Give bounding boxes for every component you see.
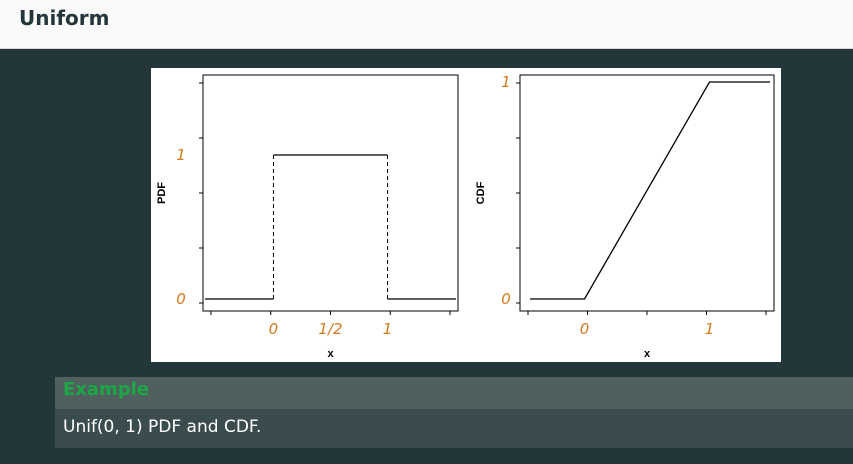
example-block-body: Unif(0, 1) PDF and CDF.: [55, 409, 853, 448]
y-tick-annotation: 1: [176, 146, 186, 164]
x-tick-annotation: 1/2: [318, 320, 342, 338]
plot-frame-2: [519, 74, 775, 312]
figure-panel: PDF x 0 1/2 1 0 1 CDF x 0 1 0 1: [151, 68, 781, 362]
plot-frame-1: [202, 74, 459, 312]
y-tick-annotation: 0: [501, 290, 511, 308]
example-text: Unif(0, 1) PDF and CDF.: [63, 417, 262, 437]
x-axis-label: x: [644, 348, 651, 360]
example-heading: Example: [63, 379, 150, 400]
x-axis-label: x: [327, 348, 334, 360]
x-tick-annotation: 0: [580, 320, 590, 338]
y-axis-label: CDF: [475, 181, 487, 204]
example-block-header: Example: [55, 377, 853, 409]
cdf-line: [530, 81, 770, 300]
chart-svg: PDF x 0 1/2 1 0 1 CDF x 0 1 0 1: [156, 73, 775, 360]
y-tick-annotation: 1: [501, 73, 511, 91]
x-tick-annotation: 1: [383, 320, 393, 338]
x-tick-annotation: 1: [705, 320, 715, 338]
title-bar: Uniform: [0, 0, 853, 49]
y-axis-label: PDF: [156, 182, 168, 204]
y-tick-annotation: 0: [176, 290, 186, 308]
x-tick-annotation: 0: [269, 320, 279, 338]
slide-title: Uniform: [19, 6, 110, 30]
